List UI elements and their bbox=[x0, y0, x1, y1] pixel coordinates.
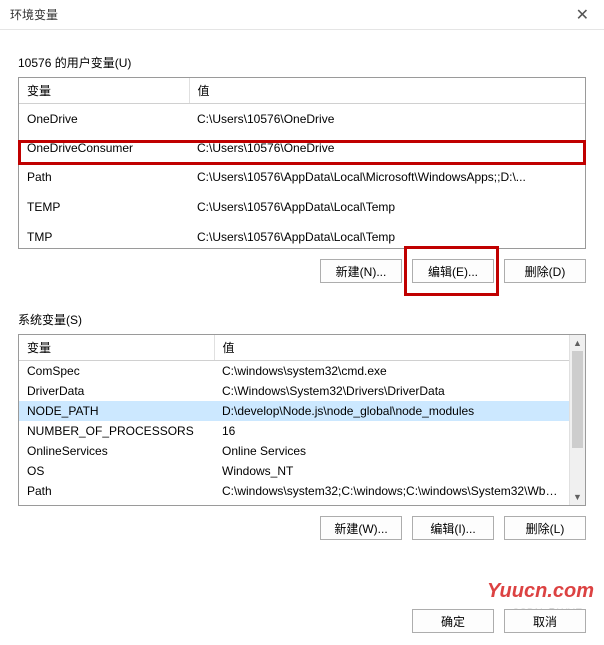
table-row[interactable]: NUMBER_OF_PROCESSORS16 bbox=[19, 421, 569, 441]
system-new-button[interactable]: 新建(W)... bbox=[320, 516, 402, 540]
col-header-variable[interactable]: 变量 bbox=[19, 78, 189, 104]
col-header-value[interactable]: 值 bbox=[214, 335, 569, 361]
user-vars-label: 10576 的用户变量(U) bbox=[18, 54, 586, 71]
system-vars-label: 系统变量(S) bbox=[18, 311, 586, 328]
close-icon[interactable]: ✕ bbox=[571, 5, 594, 25]
scroll-down-icon[interactable]: ▼ bbox=[570, 489, 585, 505]
table-row[interactable]: NODE_PATHD:\develop\Node.js\node_global\… bbox=[19, 401, 569, 421]
cancel-button[interactable]: 取消 bbox=[504, 609, 586, 633]
titlebar: 环境变量 ✕ bbox=[0, 0, 604, 30]
table-row[interactable]: TEMPC:\Users\10576\AppData\Local\Temp bbox=[19, 192, 585, 222]
user-delete-button[interactable]: 删除(D) bbox=[504, 259, 586, 283]
col-header-variable[interactable]: 变量 bbox=[19, 335, 214, 361]
table-row[interactable]: PathC:\windows\system32;C:\windows;C:\wi… bbox=[19, 481, 569, 501]
ok-button[interactable]: 确定 bbox=[412, 609, 494, 633]
window-title: 环境变量 bbox=[10, 6, 571, 23]
table-row[interactable]: ComSpecC:\windows\system32\cmd.exe bbox=[19, 361, 569, 381]
system-vars-table[interactable]: 变量 值 ComSpecC:\windows\system32\cmd.exe … bbox=[19, 335, 569, 501]
user-edit-button[interactable]: 编辑(E)... bbox=[412, 259, 494, 283]
user-vars-table-wrap: 变量 值 OneDriveC:\Users\10576\OneDrive One… bbox=[18, 77, 586, 249]
scroll-up-icon[interactable]: ▲ bbox=[570, 335, 585, 351]
scrollbar[interactable]: ▲ ▼ bbox=[569, 335, 585, 505]
watermark: Yuucn.com bbox=[487, 580, 594, 603]
user-new-button[interactable]: 新建(N)... bbox=[320, 259, 402, 283]
table-row[interactable]: OneDriveC:\Users\10576\OneDrive bbox=[19, 104, 585, 134]
user-vars-table[interactable]: 变量 值 OneDriveC:\Users\10576\OneDrive One… bbox=[19, 78, 585, 252]
system-vars-table-wrap: 变量 值 ComSpecC:\windows\system32\cmd.exe … bbox=[18, 334, 586, 506]
table-row[interactable]: OneDriveConsumerC:\Users\10576\OneDrive bbox=[19, 133, 585, 163]
table-row[interactable]: DriverDataC:\Windows\System32\Drivers\Dr… bbox=[19, 381, 569, 401]
table-row[interactable]: OnlineServicesOnline Services bbox=[19, 441, 569, 461]
table-row[interactable]: OSWindows_NT bbox=[19, 461, 569, 481]
scroll-thumb[interactable] bbox=[572, 351, 583, 448]
system-edit-button[interactable]: 编辑(I)... bbox=[412, 516, 494, 540]
system-delete-button[interactable]: 删除(L) bbox=[504, 516, 586, 540]
table-row[interactable]: PathC:\Users\10576\AppData\Local\Microso… bbox=[19, 163, 585, 193]
table-row[interactable]: TMPC:\Users\10576\AppData\Local\Temp bbox=[19, 222, 585, 252]
col-header-value[interactable]: 值 bbox=[189, 78, 585, 104]
